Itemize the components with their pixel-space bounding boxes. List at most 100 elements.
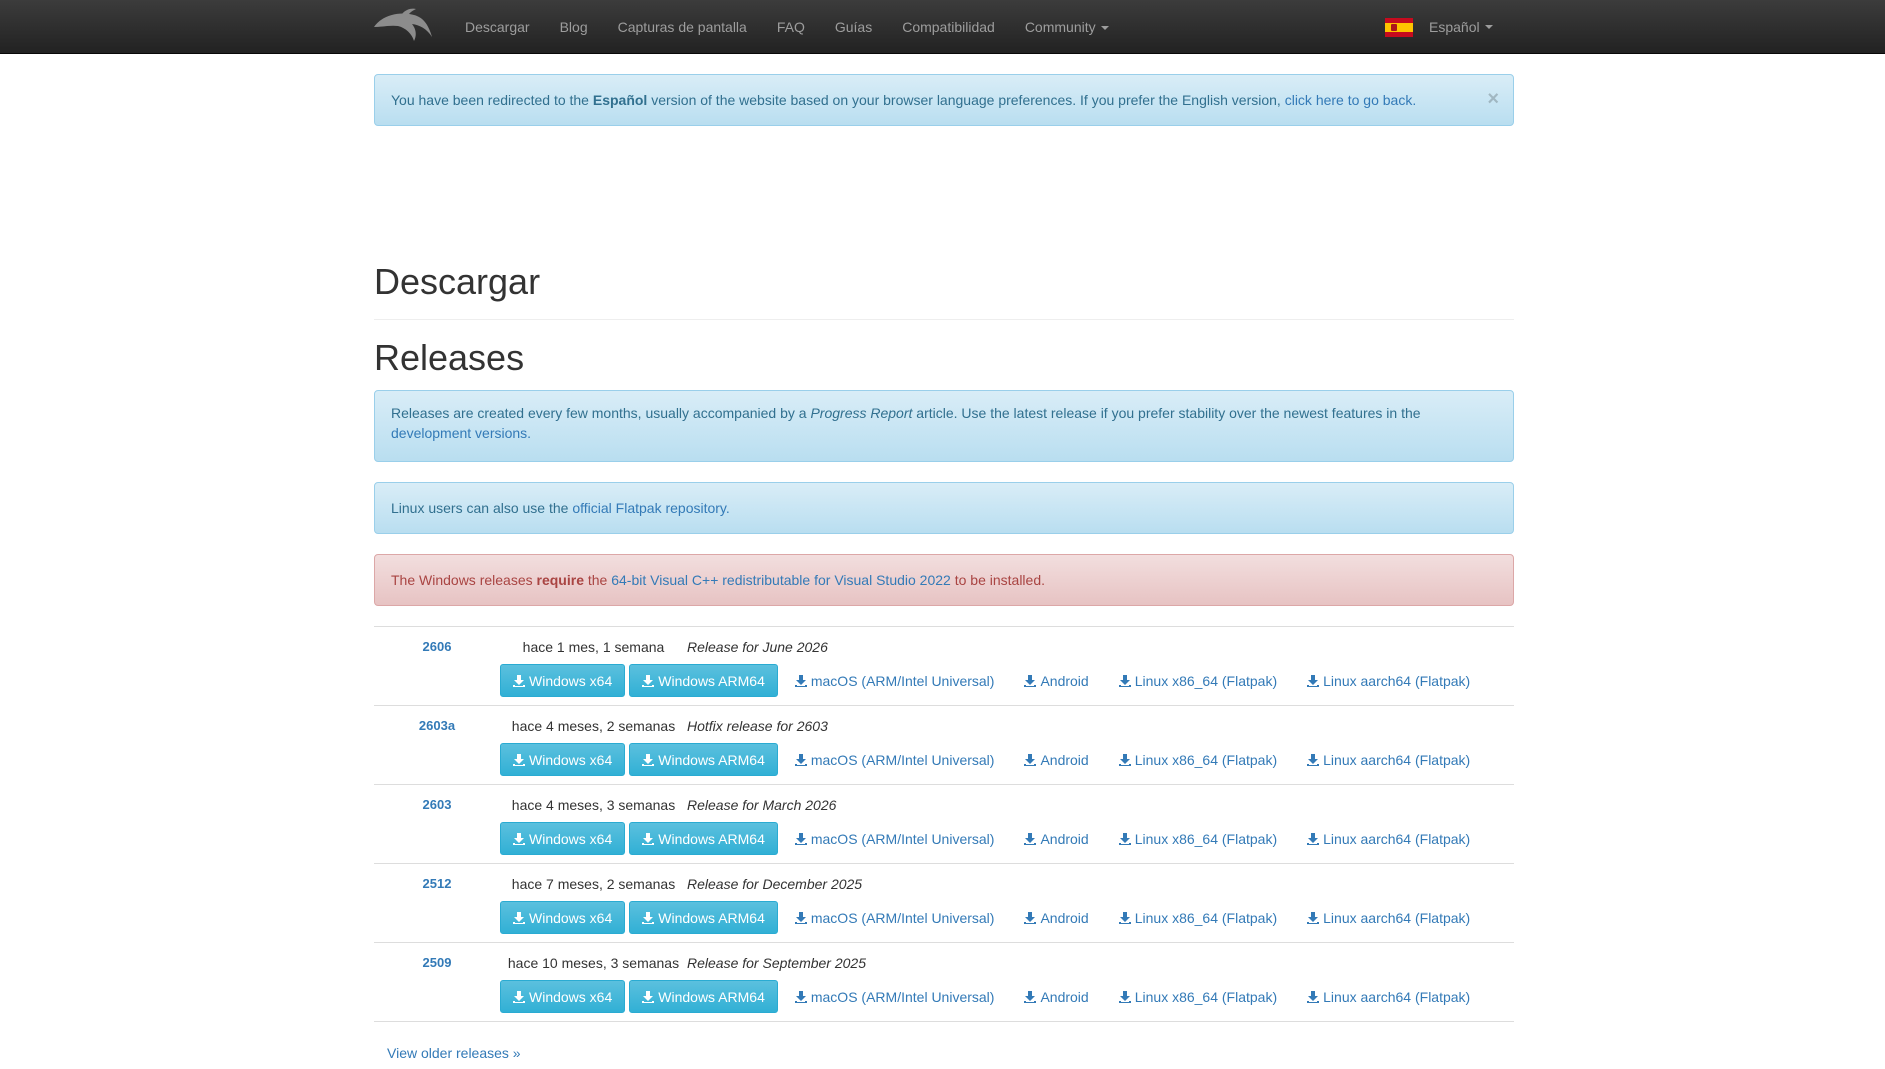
older-releases-link[interactable]: View older releases »	[387, 1045, 521, 1061]
android-label: Android	[1040, 988, 1089, 1005]
windows-requirement-alert: The Windows releases require the 64-bit …	[374, 554, 1514, 606]
windows-x64-button[interactable]: Windows x64	[500, 901, 626, 934]
release-downloads: Windows x64 Windows ARM64 macOS (ARM/Int…	[500, 822, 1470, 855]
release-row: 2509 hace 10 meses, 3 semanas Release for…	[374, 943, 1514, 1022]
release-description: Release for June 2026	[687, 639, 828, 655]
windows-x64-button[interactable]: Windows x64	[500, 822, 626, 855]
download-icon	[1118, 753, 1131, 766]
release-version-link[interactable]: 2512	[374, 876, 500, 891]
nav-item-faq[interactable]: FAQ	[777, 19, 805, 35]
windows-text-mid: the	[583, 572, 612, 588]
windows-x64-button[interactable]: Windows x64	[500, 664, 626, 697]
release-version-link[interactable]: 2603	[374, 797, 500, 812]
linux-x86-label: Linux x86_64 (Flatpak)	[1134, 672, 1278, 689]
release-description: Release for September 2025	[687, 955, 866, 971]
releases-table: 2606 hace 1 mes, 1 semana Release for Jun…	[374, 626, 1514, 1022]
android-label: Android	[1040, 751, 1089, 768]
page-title: Descargar	[374, 261, 541, 302]
spain-flag-icon	[1385, 17, 1413, 37]
download-icon	[513, 753, 525, 766]
windows-arm64-button[interactable]: Windows ARM64	[629, 901, 778, 934]
release-date: hace 1 mes, 1 semana	[522, 639, 665, 655]
macos-label: macOS (ARM/Intel Universal)	[810, 751, 995, 768]
release-downloads: Windows x64 Windows ARM64 macOS (ARM/Int…	[500, 664, 1470, 697]
windows-x64-button[interactable]: Windows x64	[500, 980, 626, 1013]
main-container: You have been redirected to the Español …	[374, 74, 1514, 1061]
windows-arm64-button[interactable]: Windows ARM64	[629, 664, 778, 697]
release-version-link[interactable]: 2509	[374, 955, 500, 970]
linux-aarch64-download-link[interactable]: Linux aarch64 (Flatpak)	[1307, 673, 1470, 689]
linux-x86-download-link[interactable]: Linux x86_64 (Flatpak)	[1118, 752, 1277, 768]
macos-download-link[interactable]: macOS (ARM/Intel Universal)	[794, 989, 994, 1005]
macos-download-link[interactable]: macOS (ARM/Intel Universal)	[794, 831, 994, 847]
release-description: Hotfix release for 2603	[687, 718, 828, 734]
android-label: Android	[1040, 909, 1089, 926]
macos-download-link[interactable]: macOS (ARM/Intel Universal)	[794, 751, 995, 768]
progress-report-text: Progress Report	[810, 405, 913, 421]
download-icon	[1024, 674, 1037, 687]
windows-arm64-button[interactable]: Windows ARM64	[629, 822, 778, 855]
linux-x86-download-link[interactable]: Linux x86_64 (Flatpak)	[1118, 672, 1278, 689]
release-downloads: Windows x64 Windows ARM64 macOS (ARM/Int…	[500, 743, 1470, 776]
linux-x86-download-link[interactable]: Linux x86_64 (Flatpak)	[1118, 988, 1278, 1005]
windows-arm64-label: Windows ARM64	[658, 909, 765, 926]
linux-aarch64-label: Linux aarch64 (Flatpak)	[1323, 830, 1471, 847]
windows-arm64-label: Windows ARM64	[658, 988, 765, 1005]
download-icon	[513, 832, 525, 845]
download-icon	[1024, 832, 1037, 845]
download-icon	[794, 753, 807, 766]
download-icon	[794, 674, 807, 687]
windows-arm64-button[interactable]: Windows ARM64	[629, 743, 778, 776]
release-downloads: Windows x64 Windows ARM64 macOS (ARM/Int…	[500, 980, 1470, 1013]
release-version-link[interactable]: 2603a	[374, 718, 500, 733]
download-icon	[513, 990, 525, 1003]
close-alert-button[interactable]: ×	[1487, 89, 1499, 109]
nav-item-blog[interactable]: Blog	[560, 19, 588, 35]
nav-item-community-dropdown[interactable]: Community	[1025, 19, 1109, 35]
macos-download-link[interactable]: macOS (ARM/Intel Universal)	[794, 673, 994, 689]
flatpak-repository-link[interactable]: official Flatpak repository.	[572, 500, 729, 516]
flatpak-alert-text: Linux users can also use the official Fl…	[391, 498, 730, 518]
flatpak-info-alert: Linux users can also use the official Fl…	[374, 482, 1514, 534]
download-icon	[1118, 674, 1131, 687]
android-download-link[interactable]: Android	[1024, 672, 1089, 689]
nav-item-guides[interactable]: Guías	[835, 19, 872, 35]
nav-item-screenshots[interactable]: Capturas de pantalla	[618, 19, 747, 35]
linux-aarch64-download-link[interactable]: Linux aarch64 (Flatpak)	[1307, 989, 1470, 1005]
windows-x64-button[interactable]: Windows x64	[500, 743, 626, 776]
linux-x86-download-link[interactable]: Linux x86_64 (Flatpak)	[1118, 831, 1277, 847]
windows-arm64-button[interactable]: Windows ARM64	[629, 980, 778, 1013]
linux-x86-download-link[interactable]: Linux x86_64 (Flatpak)	[1118, 910, 1277, 926]
download-icon	[1024, 753, 1037, 766]
release-version-link[interactable]: 2606	[374, 639, 500, 654]
android-label: Android	[1040, 672, 1089, 689]
go-back-link[interactable]: click here to go back.	[1285, 92, 1417, 108]
linux-aarch64-download-link[interactable]: Linux aarch64 (Flatpak)	[1307, 752, 1470, 768]
download-icon	[1024, 990, 1037, 1003]
download-icon	[1024, 911, 1037, 924]
dolphin-logo-icon[interactable]	[372, 7, 434, 47]
language-dropdown[interactable]: Español	[1385, 0, 1493, 54]
android-download-link[interactable]: Android	[1024, 909, 1089, 926]
nav-item-compatibility[interactable]: Compatibilidad	[902, 19, 995, 35]
linux-x86-label: Linux x86_64 (Flatpak)	[1134, 988, 1278, 1005]
download-icon	[642, 674, 655, 687]
redirect-alert-text: You have been redirected to the Español …	[391, 90, 1416, 110]
development-versions-link[interactable]: development versions.	[391, 425, 531, 441]
release-date: hace 7 meses, 2 semanas	[511, 876, 676, 892]
release-description: Release for March 2026	[687, 797, 837, 813]
linux-aarch64-download-link[interactable]: Linux aarch64 (Flatpak)	[1307, 910, 1470, 926]
download-icon	[642, 832, 655, 845]
android-download-link[interactable]: Android	[1024, 751, 1089, 768]
linux-aarch64-download-link[interactable]: Linux aarch64 (Flatpak)	[1307, 831, 1470, 847]
android-download-link[interactable]: Android	[1024, 988, 1089, 1005]
release-meta: hace 1 mes, 1 semana Release for June 202…	[500, 639, 950, 655]
android-download-link[interactable]: Android	[1024, 831, 1089, 847]
vcredist-link[interactable]: 64-bit Visual C++ redistributable for Vi…	[611, 572, 951, 588]
nav-item-download[interactable]: Descargar	[465, 19, 530, 35]
windows-x64-label: Windows x64	[529, 751, 613, 768]
linux-aarch64-label: Linux aarch64 (Flatpak)	[1323, 751, 1471, 768]
macos-download-link[interactable]: macOS (ARM/Intel Universal)	[794, 910, 994, 926]
download-icon	[1307, 990, 1320, 1003]
windows-arm64-label: Windows ARM64	[658, 751, 765, 768]
